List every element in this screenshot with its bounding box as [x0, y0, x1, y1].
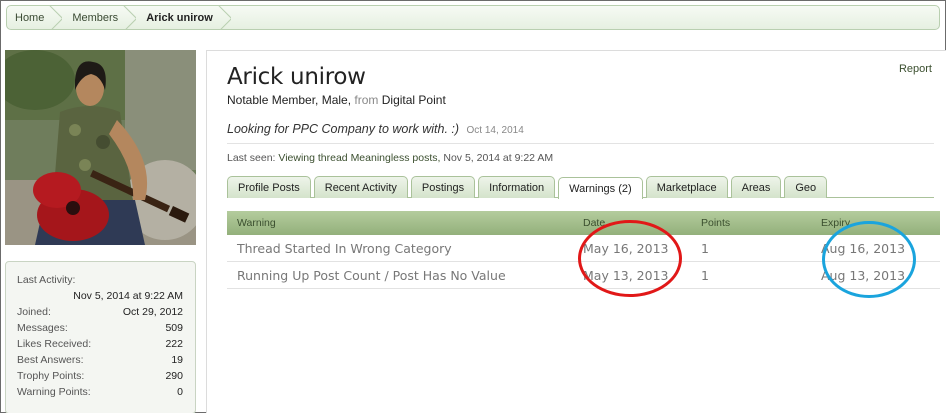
- warning-points: 1: [701, 240, 709, 256]
- col-date: Date: [583, 217, 606, 229]
- stat-joined: Joined: Oct 29, 2012: [17, 304, 183, 320]
- status-message: Looking for PPC Company to work with. :)…: [227, 122, 524, 136]
- last-seen-time: Nov 5, 2014 at 9:22 AM: [443, 152, 554, 164]
- stat-messages: Messages: 509: [17, 320, 183, 336]
- profile-tabs: Profile Posts Recent Activity Postings I…: [227, 176, 934, 199]
- warning-title[interactable]: Running Up Post Count / Post Has No Valu…: [227, 268, 583, 283]
- user-location[interactable]: Digital Point: [382, 93, 446, 107]
- stat-last-activity-value-row: Nov 5, 2014 at 9:22 AM: [17, 288, 183, 304]
- stat-value: 0: [177, 386, 183, 398]
- stat-value: 222: [165, 338, 183, 350]
- user-title-text: Notable Member, Male,: [227, 93, 352, 107]
- stat-label: Joined:: [17, 306, 51, 318]
- warning-date: May 16, 2013: [583, 240, 669, 256]
- stat-trophy-points: Trophy Points: 290: [17, 368, 183, 384]
- stat-best-answers: Best Answers: 19: [17, 352, 183, 368]
- table-row[interactable]: Thread Started In Wrong Category May 16,…: [227, 235, 940, 262]
- breadcrumb-members-label: Members: [72, 11, 119, 24]
- warning-expiry: Aug 13, 2013: [821, 267, 906, 283]
- table-row[interactable]: Running Up Post Count / Post Has No Valu…: [227, 262, 940, 289]
- last-seen: Last seen: Viewing thread Meaningless po…: [227, 152, 553, 164]
- tab-geo[interactable]: Geo: [784, 176, 828, 198]
- user-blurb: Notable Member, Male, from Digital Point: [227, 93, 446, 107]
- tab-warnings[interactable]: Warnings (2): [558, 177, 643, 199]
- tab-profile-posts[interactable]: Profile Posts: [227, 176, 311, 198]
- stat-value: Nov 5, 2014 at 9:22 AM: [73, 290, 183, 302]
- breadcrumb: Home Members Arick unirow: [6, 5, 940, 30]
- warning-title[interactable]: Thread Started In Wrong Category: [227, 241, 583, 256]
- report-link[interactable]: Report: [899, 63, 932, 75]
- profile-panel: Report Arick unirow Notable Member, Male…: [206, 50, 946, 413]
- breadcrumb-current-label: Arick unirow: [146, 11, 213, 24]
- stat-likes: Likes Received: 222: [17, 336, 183, 352]
- tab-areas[interactable]: Areas: [730, 176, 782, 198]
- last-seen-activity[interactable]: Viewing thread Meaningless posts,: [278, 152, 440, 164]
- stat-label: Best Answers:: [17, 354, 84, 366]
- stat-warning-points: Warning Points: 0: [17, 384, 183, 400]
- breadcrumb-separator: [48, 6, 62, 29]
- tab-recent-activity[interactable]: Recent Activity: [313, 176, 408, 198]
- tab-marketplace[interactable]: Marketplace: [645, 176, 728, 198]
- col-expiry: Expiry: [821, 217, 851, 229]
- divider: [227, 143, 934, 144]
- table-header: Warning Date Points Expiry: [227, 211, 940, 235]
- warning-date: May 13, 2013: [583, 267, 669, 283]
- page-title: Arick unirow: [227, 64, 366, 90]
- status-date[interactable]: Oct 14, 2014: [467, 125, 524, 136]
- stat-label: Trophy Points:: [17, 370, 85, 382]
- breadcrumb-home-label: Home: [15, 11, 45, 24]
- warnings-table: Warning Date Points Expiry Thread Starte…: [227, 211, 940, 289]
- breadcrumb-separator: [122, 6, 136, 29]
- stat-label: Likes Received:: [17, 338, 92, 350]
- status-text: Looking for PPC Company to work with. :): [227, 122, 460, 136]
- col-warning: Warning: [237, 217, 276, 229]
- stat-value[interactable]: 290: [165, 368, 183, 384]
- tab-information[interactable]: Information: [478, 176, 556, 198]
- warning-expiry: Aug 16, 2013: [821, 240, 906, 256]
- stat-value: Oct 29, 2012: [122, 306, 183, 318]
- avatar[interactable]: [5, 50, 196, 245]
- breadcrumb-current-user[interactable]: Arick unirow: [136, 6, 231, 29]
- stat-label: Last Activity:: [17, 274, 76, 286]
- stat-value[interactable]: 509: [165, 320, 183, 336]
- avatar-photo: [5, 50, 196, 245]
- breadcrumb-members[interactable]: Members: [62, 6, 136, 29]
- stat-label: Warning Points:: [17, 386, 91, 398]
- from-word: from: [354, 93, 379, 107]
- last-seen-label: Last seen:: [227, 152, 276, 164]
- col-points: Points: [701, 217, 731, 229]
- stat-last-activity: Last Activity:: [17, 272, 183, 288]
- breadcrumb-home[interactable]: Home: [7, 6, 62, 29]
- warning-points: 1: [701, 267, 709, 283]
- breadcrumb-separator: [217, 6, 231, 29]
- member-stats: Last Activity: Nov 5, 2014 at 9:22 AM Jo…: [5, 261, 196, 413]
- stat-value: 19: [171, 354, 183, 366]
- stat-label: Messages:: [17, 322, 68, 334]
- tab-postings[interactable]: Postings: [410, 176, 476, 198]
